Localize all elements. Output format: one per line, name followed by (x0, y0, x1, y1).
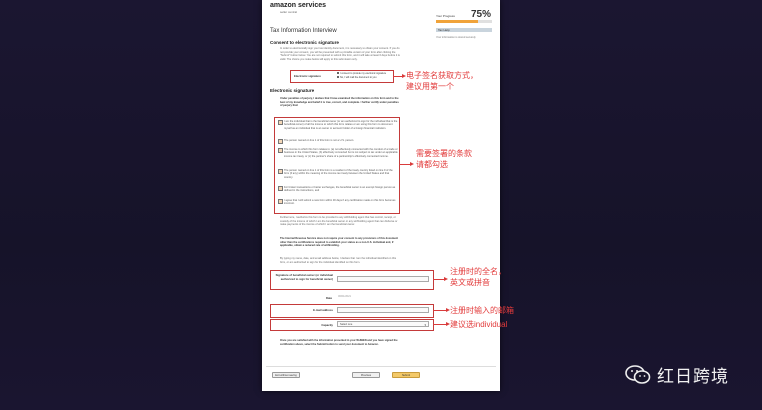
capacity-label: Capacity (321, 323, 333, 327)
capacity-selected-value: Select one (340, 323, 353, 326)
email-arrow (433, 308, 450, 312)
radio-selected-icon (337, 72, 339, 74)
certification-item[interactable]: For broker transactions or barter exchan… (278, 186, 398, 196)
certification-text: The person named on line 1 of this form … (284, 169, 393, 179)
email-input[interactable] (337, 307, 429, 313)
tax-form-page: amazon services seller central Your Prog… (262, 0, 500, 391)
authorization-text: Furthermore, I authorize this form to be… (280, 216, 398, 227)
capacity-select[interactable]: Select one ▾ (337, 321, 429, 327)
perjury-intro: Under penalties of perjury, I declare th… (280, 97, 399, 108)
checkbox-checked-icon[interactable] (278, 199, 283, 204)
type-name-text: By typing my name, date, and email addre… (280, 257, 397, 264)
tax-help-button[interactable]: Tax Help (436, 28, 492, 32)
chevron-down-icon: ▾ (424, 323, 426, 327)
certification-item[interactable]: The person named on line 1 of this form … (278, 139, 398, 144)
email-label: E-mail address (313, 308, 333, 312)
exit-without-saving-button[interactable]: Exit without saving (272, 372, 300, 378)
capacity-arrow (433, 322, 450, 326)
signature-input[interactable] (337, 276, 429, 282)
certification-item[interactable]: The income to which this form relates is… (278, 148, 398, 165)
certification-item[interactable]: The person named on line 1 of this form … (278, 169, 398, 183)
consent-option-no-label: No, I will mail the document to you (340, 76, 377, 79)
security-note: Your information is stored securely (436, 36, 476, 39)
certification-text: I agree that I will submit a new form wi… (284, 199, 396, 206)
consent-text: In order to electronically sign your tax… (280, 47, 400, 61)
consent-annotation: 电子签名获取方式， 建议用第一个 (406, 71, 478, 91)
consent-option-yes-label: I consent to provide my electronic signa… (340, 72, 387, 75)
logo-text: amazon services (270, 2, 327, 9)
certifications-arrow (399, 162, 414, 166)
checkbox-checked-icon[interactable] (278, 169, 283, 174)
name-arrow (433, 277, 448, 281)
consent-option-no[interactable]: No, I will mail the document to you (337, 76, 376, 79)
closing-text: Once you are satisfied with the informat… (280, 339, 398, 346)
certification-text: The income to which this form relates is… (284, 148, 398, 158)
certification-text: For broker transactions or barter exchan… (284, 186, 396, 193)
certification-text: I am the individual that is the benefici… (284, 120, 398, 130)
irs-text: The Internal Revenue Service does not re… (280, 237, 399, 248)
name-annotation: 注册时的全名， 英文或拼音 (450, 267, 506, 287)
radio-empty-icon (337, 76, 339, 78)
wechat-icon (625, 364, 651, 385)
footer-divider (266, 366, 496, 367)
previous-button[interactable]: Previous (352, 372, 380, 378)
watermark-text: 红日跨境 (657, 367, 729, 387)
date-value: 06/01/2021 (338, 295, 351, 298)
certification-item[interactable]: I am the individual that is the benefici… (278, 120, 398, 136)
page-title: Tax Information Interview (270, 28, 337, 34)
certifications-annotation: 需要签署的条款 请都勾选 (416, 149, 472, 169)
checkbox-checked-icon[interactable] (278, 120, 283, 125)
capacity-annotation: 建议选individual (450, 320, 508, 329)
amazon-services-logo: amazon services seller central (270, 2, 327, 15)
consent-choice-box: Electronic signature I consent to provid… (290, 70, 394, 83)
progress-bar (436, 20, 492, 23)
esig-heading: Electronic signature (270, 88, 315, 93)
checkbox-checked-icon[interactable] (278, 186, 283, 191)
progress-percent: 75% (471, 9, 492, 20)
wechat-watermark: 红日跨境 (625, 362, 729, 387)
email-box: E-mail address (270, 304, 434, 318)
consent-heading: Consent to electronic signature (270, 40, 339, 45)
certification-item[interactable]: I agree that I will submit a new form wi… (278, 199, 398, 209)
progress-fill (436, 20, 478, 23)
signature-label: Signature of beneficial owner (or indivi… (275, 273, 333, 281)
capacity-box: Capacity Select one ▾ (270, 319, 434, 331)
consent-label: Electronic signature (294, 74, 321, 78)
consent-arrow (393, 74, 406, 78)
certification-text: The person named on line 1 of this form … (284, 139, 355, 142)
submit-button[interactable]: Submit (392, 372, 420, 378)
logo-subtext: seller central (280, 10, 298, 14)
consent-option-yes[interactable]: I consent to provide my electronic signa… (337, 72, 386, 75)
signature-box: Signature of beneficial owner (or indivi… (270, 270, 434, 290)
checkbox-checked-icon[interactable] (278, 148, 283, 153)
date-label: Date (325, 296, 332, 300)
email-annotation: 注册时输入的邮箱 (450, 306, 514, 315)
checkbox-checked-icon[interactable] (278, 139, 283, 144)
progress-label: Your Progress (436, 14, 455, 18)
